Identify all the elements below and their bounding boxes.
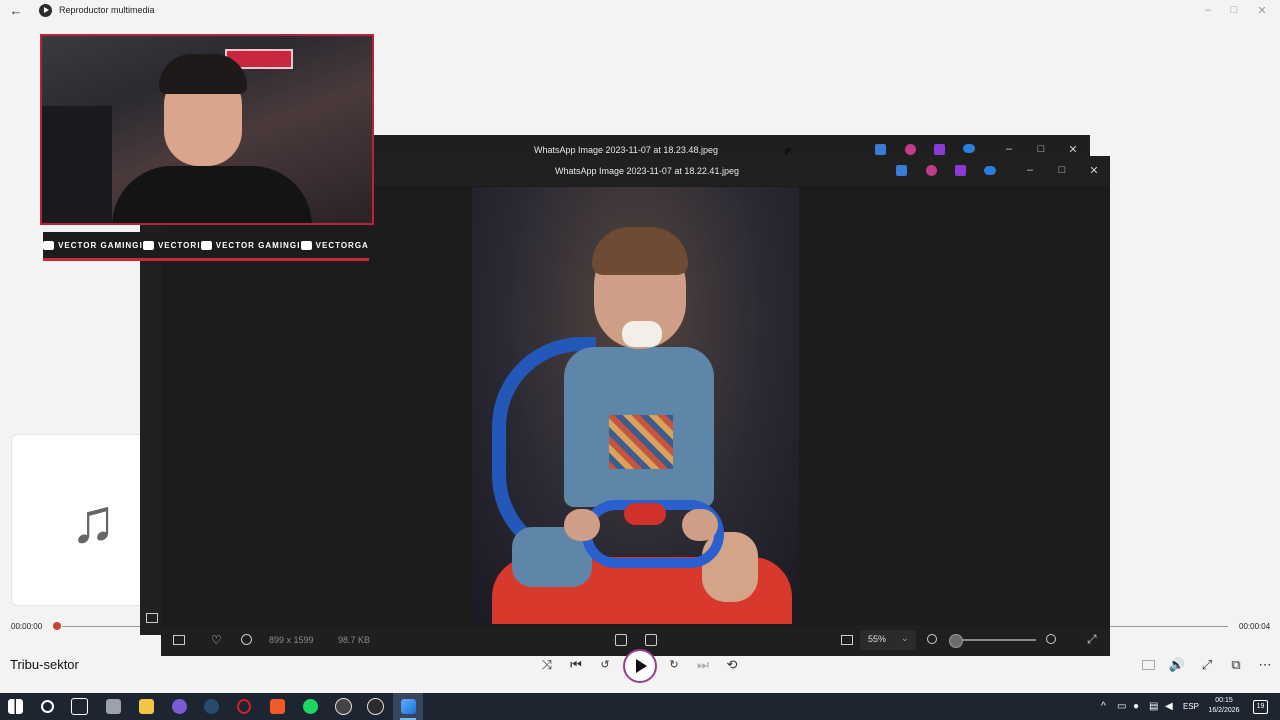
displayed-photo bbox=[472, 187, 799, 624]
onedrive-icon[interactable] bbox=[984, 166, 996, 175]
previous-icon[interactable]: ⏮ bbox=[567, 656, 585, 674]
onedrive-icon[interactable] bbox=[963, 144, 975, 153]
track-title: Tribu-sektor bbox=[10, 657, 79, 672]
task-view-icon[interactable] bbox=[64, 693, 94, 720]
text-scan-icon[interactable] bbox=[645, 634, 657, 646]
media-player-app-icon bbox=[39, 4, 52, 17]
visual-search-icon[interactable] bbox=[615, 634, 627, 646]
taskbar: ^ ▭ ● ▤ ◀ ESP 00:15 16/2/2026 19 bbox=[0, 693, 1280, 720]
brave-icon[interactable] bbox=[262, 693, 292, 720]
image-dimensions: 899 x 1599 bbox=[269, 635, 314, 645]
search-icon[interactable] bbox=[32, 693, 62, 720]
clock-time: 00:15 bbox=[1215, 697, 1233, 704]
obs-icon[interactable] bbox=[328, 693, 358, 720]
twitch-icon bbox=[142, 240, 154, 250]
album-art-card: ♫ bbox=[11, 434, 148, 606]
seek-bar-track[interactable] bbox=[1110, 626, 1228, 627]
fullscreen-icon[interactable]: ⤢ bbox=[1087, 632, 1097, 646]
twitter-icon bbox=[200, 240, 212, 250]
window-title: WhatsApp Image 2023-11-07 at 18.22.41.jp… bbox=[555, 166, 739, 176]
media-player-titlebar bbox=[0, 0, 1280, 22]
favorite-heart-icon[interactable]: ♡ bbox=[211, 633, 222, 647]
photos-app-icon[interactable] bbox=[393, 693, 423, 720]
media-player-icon[interactable] bbox=[360, 693, 390, 720]
clipchamp-icon[interactable] bbox=[955, 165, 966, 176]
close-icon[interactable]: ✕ bbox=[1254, 4, 1270, 17]
file-explorer-icon[interactable] bbox=[131, 693, 161, 720]
repeat-icon[interactable]: ⟲ bbox=[723, 656, 741, 674]
chevron-down-icon: ⌄ bbox=[901, 633, 909, 643]
minimize-icon[interactable]: – bbox=[1022, 164, 1038, 176]
window-title: WhatsApp Image 2023-11-07 at 18.23.48.jp… bbox=[534, 145, 718, 155]
notification-center[interactable]: 19 bbox=[1253, 700, 1268, 714]
play-button[interactable] bbox=[623, 649, 657, 683]
edit-app-icon[interactable] bbox=[896, 165, 907, 176]
close-icon[interactable]: ✕ bbox=[1065, 143, 1081, 156]
zoom-out-icon[interactable] bbox=[927, 634, 937, 644]
youtube-handle: VECTOR GAMING bbox=[43, 240, 139, 250]
zoom-in-icon[interactable] bbox=[1046, 634, 1056, 644]
time-elapsed: 00:00:00 bbox=[11, 622, 43, 631]
clock-date: 16/2/2026 bbox=[1208, 707, 1240, 714]
file-size: 98.7 KB bbox=[338, 635, 371, 645]
close-icon[interactable]: ✕ bbox=[1086, 164, 1102, 177]
clock[interactable]: 00:15 16/2/2026 bbox=[1206, 696, 1242, 716]
windows-start-icon[interactable] bbox=[0, 693, 30, 720]
twitter-handle: VECTOR GAMING bbox=[200, 240, 297, 250]
music-note-icon: ♫ bbox=[70, 487, 117, 556]
discord-icon[interactable] bbox=[164, 693, 194, 720]
opera-icon[interactable] bbox=[229, 693, 259, 720]
twitch-handle: VECTOR bbox=[142, 240, 197, 250]
maximize-icon[interactable]: □ bbox=[1226, 4, 1242, 16]
filmstrip-icon[interactable] bbox=[146, 613, 158, 623]
miniplayer-icon[interactable] bbox=[1142, 660, 1155, 670]
filmstrip-icon[interactable] bbox=[173, 635, 185, 645]
volume-icon[interactable]: 🔊 bbox=[1168, 656, 1186, 674]
steam-icon[interactable] bbox=[196, 693, 226, 720]
spotify-icon[interactable] bbox=[295, 693, 325, 720]
minimize-icon[interactable]: – bbox=[1200, 4, 1216, 16]
clipchamp-icon[interactable] bbox=[934, 144, 945, 155]
volume-icon[interactable]: ◀ bbox=[1165, 701, 1173, 712]
instagram-handle: VECTORGA bbox=[300, 240, 369, 250]
maximize-icon[interactable]: □ bbox=[1054, 164, 1070, 176]
input-language[interactable]: ESP bbox=[1183, 702, 1199, 711]
photo-viewer-window-front[interactable]: WhatsApp Image 2023-11-07 at 18.22.41.jp… bbox=[161, 156, 1110, 656]
edit-app-icon[interactable] bbox=[875, 144, 886, 155]
rewind-10-icon[interactable]: ↺ bbox=[596, 656, 614, 674]
zoom-value: 55% bbox=[868, 634, 887, 644]
zoom-slider-track[interactable] bbox=[951, 639, 1036, 641]
shuffle-icon[interactable]: ⤨ bbox=[538, 656, 556, 674]
seek-bar-thumb[interactable] bbox=[53, 622, 61, 630]
seek-bar-track[interactable] bbox=[62, 626, 140, 627]
network-icon[interactable]: ▤ bbox=[1149, 701, 1158, 712]
youtube-icon bbox=[43, 240, 55, 250]
info-icon[interactable] bbox=[241, 634, 252, 645]
back-arrow-icon[interactable]: ← bbox=[8, 3, 24, 19]
cast-icon[interactable]: ⧉ bbox=[1227, 656, 1245, 674]
mouse-cursor-icon bbox=[785, 148, 793, 156]
window-title: Reproductor multimedia bbox=[59, 5, 155, 15]
fit-to-window-icon[interactable] bbox=[841, 635, 853, 645]
zoom-dropdown[interactable]: 55% ⌄ bbox=[860, 630, 916, 650]
fullscreen-icon[interactable]: ⤢ bbox=[1198, 656, 1216, 674]
webcam-overlay bbox=[40, 34, 374, 225]
more-options-icon[interactable]: ⋯ bbox=[1256, 656, 1274, 674]
widgets-icon[interactable] bbox=[98, 693, 128, 720]
time-total: 00:00:04 bbox=[1239, 622, 1271, 631]
maximize-icon[interactable]: □ bbox=[1033, 143, 1049, 155]
social-banner: VECTOR GAMING I VECTOR I VECTOR GAMING I… bbox=[43, 232, 369, 261]
battery-icon[interactable]: ▭ bbox=[1117, 701, 1126, 712]
next-icon[interactable]: ⏭ bbox=[694, 656, 712, 674]
paint-app-icon[interactable] bbox=[905, 144, 916, 155]
forward-30-icon[interactable]: ↻ bbox=[665, 656, 683, 674]
minimize-icon[interactable]: – bbox=[1001, 143, 1017, 155]
zoom-slider-thumb[interactable] bbox=[949, 634, 964, 648]
microphone-icon[interactable]: ● bbox=[1133, 701, 1139, 712]
instagram-icon bbox=[300, 240, 312, 250]
paint-app-icon[interactable] bbox=[926, 165, 937, 176]
chevron-up-icon[interactable]: ^ bbox=[1101, 701, 1106, 712]
